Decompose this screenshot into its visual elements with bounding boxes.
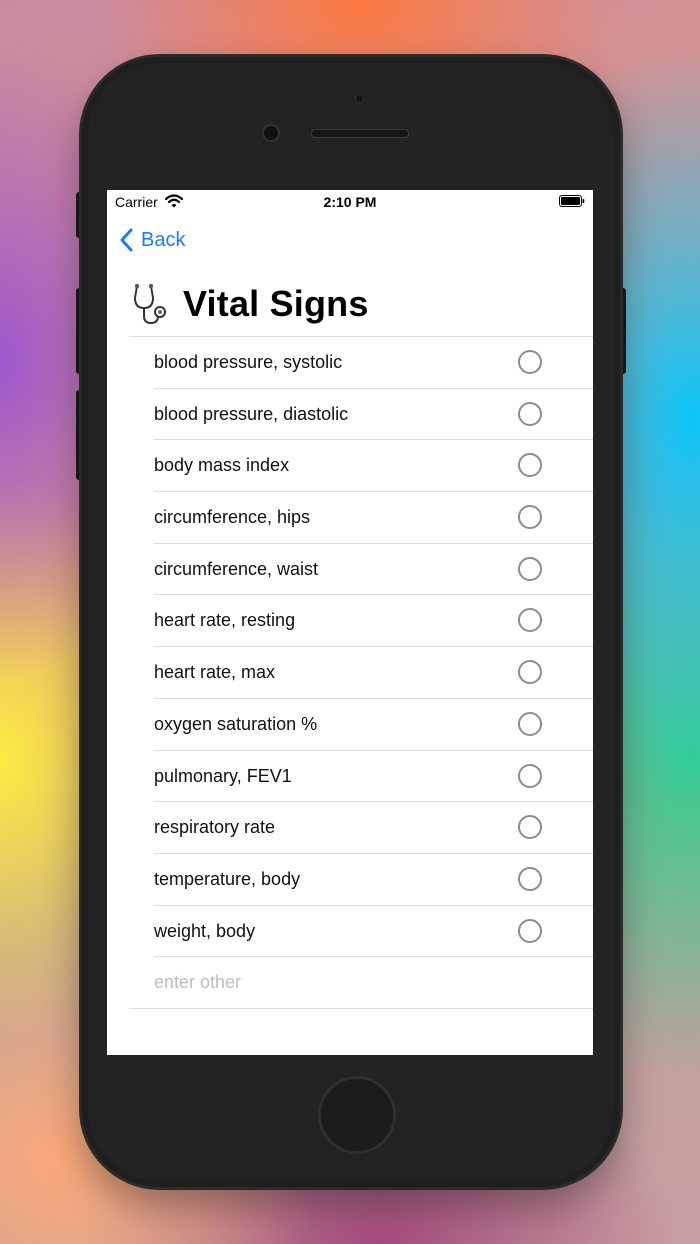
chevron-left-icon	[120, 228, 133, 252]
item-label: heart rate, resting	[154, 610, 296, 631]
item-label: respiratory rate	[154, 817, 276, 838]
status-time: 2:10 PM	[323, 194, 377, 210]
status-bar: Carrier 2:10 PM	[107, 190, 593, 214]
item-label: body mass index	[154, 455, 290, 476]
radio-button[interactable]	[518, 505, 542, 530]
list-item[interactable]: body mass index	[107, 440, 593, 493]
item-label: pulmonary, FEV1	[154, 765, 292, 786]
other-input[interactable]	[154, 957, 554, 1009]
app-screen: Carrier 2:10 PM Back Vital Signs blood p…	[107, 190, 593, 1055]
radio-button[interactable]	[518, 453, 542, 478]
list-item[interactable]: blood pressure, systolic	[107, 337, 593, 389]
radio-button[interactable]	[518, 815, 542, 840]
list-item[interactable]: respiratory rate	[107, 802, 593, 854]
item-label: weight, body	[154, 920, 256, 941]
item-label: circumference, hips	[154, 507, 311, 528]
list-item[interactable]: temperature, body	[107, 854, 593, 906]
list-item[interactable]: heart rate, max	[107, 647, 593, 699]
item-label: temperature, body	[154, 868, 301, 889]
vital-signs-list: blood pressure, systolic blood pressure,…	[107, 337, 593, 1009]
list-item[interactable]: oxygen saturation %	[107, 699, 593, 751]
power-button	[619, 288, 626, 374]
radio-button[interactable]	[518, 866, 542, 891]
page-title: Vital Signs	[183, 283, 369, 324]
item-label: blood pressure, systolic	[154, 352, 343, 372]
radio-button[interactable]	[518, 556, 542, 581]
back-button[interactable]: Back	[119, 226, 185, 254]
earpiece-speaker	[311, 129, 409, 138]
home-button[interactable]	[318, 1076, 396, 1154]
item-label: circumference, waist	[154, 558, 319, 579]
item-label: heart rate, max	[154, 662, 276, 683]
back-label: Back	[141, 228, 186, 251]
list-item[interactable]: blood pressure, diastolic	[107, 389, 593, 441]
radio-button[interactable]	[518, 711, 542, 736]
page-header: Vital Signs	[129, 280, 369, 328]
stethoscope-icon	[133, 284, 166, 325]
list-item[interactable]: heart rate, resting	[107, 595, 593, 648]
radio-button[interactable]	[518, 763, 542, 788]
other-entry-row	[107, 957, 593, 1009]
list-bottom-divider	[129, 1007, 593, 1009]
radio-button[interactable]	[518, 660, 542, 685]
list-item[interactable]: pulmonary, FEV1	[107, 751, 593, 803]
radio-button[interactable]	[518, 918, 542, 943]
list-item[interactable]: circumference, hips	[107, 492, 593, 544]
radio-button[interactable]	[518, 350, 542, 374]
list-item[interactable]: circumference, waist	[107, 544, 593, 596]
item-label: oxygen saturation %	[154, 713, 318, 734]
radio-button[interactable]	[518, 401, 542, 426]
battery-icon	[559, 195, 585, 207]
item-label: blood pressure, diastolic	[154, 403, 349, 424]
proximity-sensor	[355, 94, 364, 103]
radio-button[interactable]	[518, 608, 542, 633]
list-item[interactable]: weight, body	[107, 906, 593, 958]
front-camera	[262, 124, 280, 142]
